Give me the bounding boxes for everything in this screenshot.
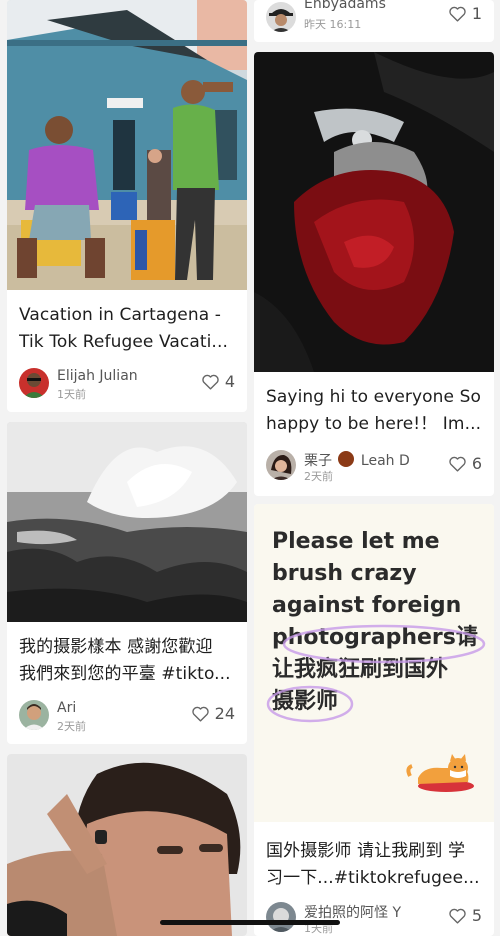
man-portrait-hand-on-face-photo xyxy=(7,754,247,936)
like-button[interactable]: 4 xyxy=(201,372,235,391)
heart-icon xyxy=(448,907,467,924)
post-meta: Enbyadams 昨天 16:11 1 xyxy=(266,0,484,36)
post-title[interactable]: Saying hi to everyone So happy to be her… xyxy=(266,384,484,438)
like-count: 4 xyxy=(224,372,235,391)
post-time: 昨天 16:11 xyxy=(304,18,362,31)
post-image[interactable] xyxy=(7,422,247,622)
post-title[interactable]: Vacation in Cartagena - Tik Tok Refugee … xyxy=(19,302,237,356)
post-image[interactable]: Please let me brush crazy against foreig… xyxy=(254,504,494,822)
home-indicator[interactable] xyxy=(160,920,340,925)
post-title-line-1: Saying hi to everyone So xyxy=(266,387,481,407)
heart-icon xyxy=(448,455,467,472)
heart-icon xyxy=(191,705,210,722)
avatar-image xyxy=(266,902,296,932)
like-count: 5 xyxy=(471,906,482,925)
like-count: 24 xyxy=(214,704,235,723)
post-time: 2天前 xyxy=(57,720,86,733)
author-name[interactable]: Enbyadams xyxy=(304,0,386,12)
post-card-saying-hi[interactable]: Saying hi to everyone So happy to be her… xyxy=(254,52,494,496)
post-title[interactable]: 国外摄影师 请让我刷到 学 习一下...#tiktokrefugee... xyxy=(266,838,484,892)
post-image[interactable] xyxy=(7,754,247,936)
post-meta: 爱拍照的阿怪 Y 1天前 5 xyxy=(266,902,484,936)
two-men-in-front-of-blue-house-photo xyxy=(7,0,247,290)
avatar-image xyxy=(266,2,296,32)
avatar-image xyxy=(19,368,49,398)
chestnut-icon xyxy=(338,451,355,467)
post-title[interactable]: 我的摄影樣本 感謝您歡迎 我們來到您的平臺 #tikto... xyxy=(19,634,237,688)
avatar-image xyxy=(19,700,49,730)
like-button[interactable]: 24 xyxy=(191,704,235,723)
post-title-line-1: 国外摄影师 请让我刷到 学 xyxy=(266,841,466,861)
post-title-line-2: Tik Tok Refugee Vacati... xyxy=(19,332,228,352)
post-title-line-1: 我的摄影樣本 感謝您歡迎 xyxy=(19,637,213,657)
avatar[interactable] xyxy=(19,368,49,398)
black-and-white-wave-crashing-rocks-photo xyxy=(7,422,247,622)
post-card-foreign-photographers[interactable]: Please let me brush crazy against foreig… xyxy=(254,504,494,936)
post-meta: Ari 2天前 24 xyxy=(19,700,237,734)
avatar[interactable] xyxy=(266,2,296,32)
post-title-line-1: Vacation in Cartagena - xyxy=(19,305,221,325)
avatar-image xyxy=(266,450,296,480)
like-button[interactable]: 1 xyxy=(448,4,482,23)
post-card-portrait[interactable] xyxy=(7,754,247,936)
like-count: 6 xyxy=(471,454,482,473)
cat-sticker xyxy=(406,754,474,792)
author-name[interactable]: Elijah Julian xyxy=(57,368,138,384)
post-meta: Elijah Julian 1天前 4 xyxy=(19,368,237,402)
post-title-line-2: happy to be here!！ Im... xyxy=(266,414,482,434)
author-name-secondary: Leah D xyxy=(360,453,410,469)
avatar[interactable] xyxy=(266,902,296,932)
post-title-line-2: 习一下...#tiktokrefugee... xyxy=(266,868,480,888)
author-name[interactable]: Ari xyxy=(57,700,76,716)
author-name[interactable]: 爱拍照的阿怪 Y xyxy=(304,902,401,922)
avatar[interactable] xyxy=(266,450,296,480)
like-button[interactable]: 6 xyxy=(448,454,482,473)
post-card-photography-samples[interactable]: 我的摄影樣本 感謝您歡迎 我們來到您的平臺 #tikto... Ari 2天前 … xyxy=(7,422,247,744)
like-count: 1 xyxy=(471,4,482,23)
avatar[interactable] xyxy=(19,700,49,730)
like-button[interactable]: 5 xyxy=(448,906,482,925)
dark-red-fabric-figure-photo xyxy=(254,52,494,372)
heart-icon xyxy=(448,5,467,22)
post-card-cartagena[interactable]: Vacation in Cartagena - Tik Tok Refugee … xyxy=(7,0,247,412)
author-name[interactable]: 栗子 Leah D xyxy=(304,450,410,470)
post-meta: 栗子 Leah D 2天前 6 xyxy=(266,450,484,484)
post-title-line-2: 我們來到您的平臺 #tikto... xyxy=(19,664,231,684)
post-time: 2天前 xyxy=(304,470,333,483)
post-image[interactable] xyxy=(7,0,247,290)
post-card-enbyadams[interactable]: Enbyadams 昨天 16:11 1 xyxy=(254,0,494,42)
heart-icon xyxy=(201,373,220,390)
author-name-primary: 栗子 xyxy=(304,453,332,469)
post-image[interactable] xyxy=(254,52,494,372)
post-time: 1天前 xyxy=(57,388,86,401)
